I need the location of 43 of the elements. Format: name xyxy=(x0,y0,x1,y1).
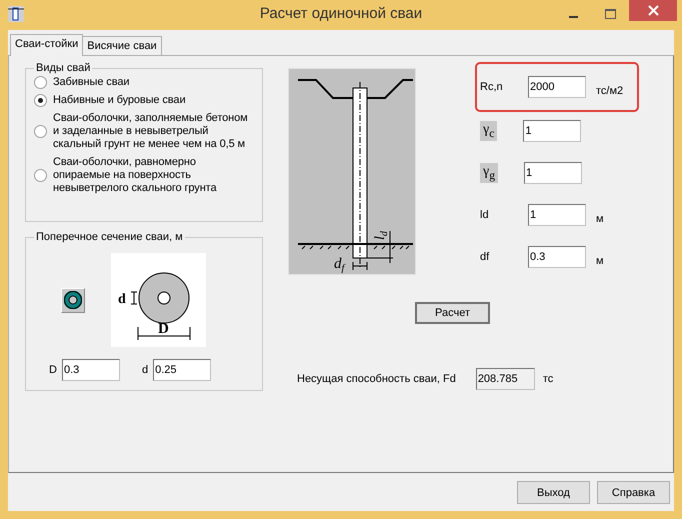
input-field[interactable]: 1 xyxy=(524,162,582,184)
tab[interactable]: Висячие сваи xyxy=(82,36,162,55)
calculate-button[interactable]: Расчет xyxy=(415,302,490,324)
radio-button[interactable] xyxy=(34,169,47,182)
input-field[interactable]: 1 xyxy=(523,120,582,142)
input-field[interactable]: 1 xyxy=(528,204,586,226)
input-field[interactable]: 2000 xyxy=(528,76,586,98)
input-field[interactable]: 0.3 xyxy=(528,246,586,268)
close-icon xyxy=(648,5,658,16)
ring-icon xyxy=(64,291,82,309)
input-field[interactable]: 0.25 xyxy=(153,359,212,381)
tab[interactable]: Сваи-стойки xyxy=(10,34,84,56)
input-field[interactable]: 0.3 xyxy=(62,359,120,381)
field-label: df xyxy=(480,251,490,263)
cross-section-drawing: d D xyxy=(111,253,206,347)
option-label: Сваи-оболочки, равномерно опираемые на поверхность невыветрелого скального грунта xyxy=(53,156,218,195)
option-label: Сваи-оболочки, заполняемые бетоном и заделанные в невыветрелый скальный грунт не менее чем на 0,5 м xyxy=(53,112,249,151)
coefficient-symbol: γ$_{g}$ xyxy=(480,163,498,183)
unit-label: тс xyxy=(542,373,554,385)
radio-button[interactable] xyxy=(34,94,47,107)
window-title: Расчет одиночной сваи xyxy=(258,5,424,22)
unit-label: тс/м2 xyxy=(596,85,624,97)
unit-label: м xyxy=(596,255,604,267)
option-label: Набивные и буровые сваи xyxy=(53,94,186,107)
pile-icon xyxy=(8,6,24,22)
exit-button[interactable]: Выход xyxy=(517,481,590,504)
result-label: Несущая способность сваи, Fd xyxy=(297,373,456,385)
close-button[interactable] xyxy=(629,0,677,21)
unit-label: м xyxy=(596,213,604,225)
radio-button[interactable] xyxy=(34,76,47,89)
field-label: D xyxy=(49,364,57,376)
result-field[interactable]: 208.785 xyxy=(476,368,535,390)
group-title: Поперечное сечение сваи, м xyxy=(35,231,184,243)
field-label: Rc,n xyxy=(480,81,504,93)
radio-button[interactable] xyxy=(34,125,47,138)
help-button[interactable]: Справка xyxy=(597,481,670,504)
option-label: Забивные сваи xyxy=(53,76,130,89)
coefficient-symbol: γ$_{c}$ xyxy=(480,121,498,141)
ring-shape-button[interactable] xyxy=(61,288,85,312)
field-label: ld xyxy=(480,209,490,221)
group-title: Виды свай xyxy=(35,62,92,74)
maximize-icon[interactable] xyxy=(605,9,616,19)
field-label: d xyxy=(142,364,148,376)
